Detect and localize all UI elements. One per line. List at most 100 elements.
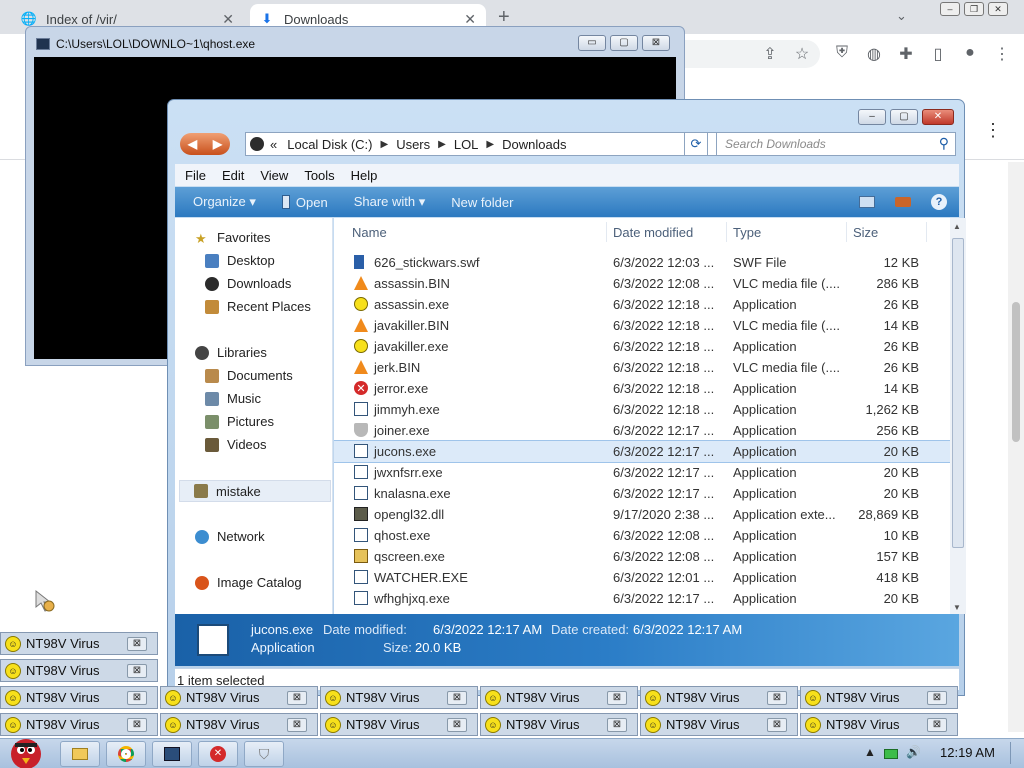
close-button[interactable]: ⊠	[642, 35, 670, 51]
maximize-button[interactable]: ▢	[610, 35, 638, 51]
close-button[interactable]: ✕	[922, 109, 954, 125]
close-tab-icon[interactable]: ✕	[464, 11, 476, 28]
virus-popup[interactable]: ☺ NT98V Virus ⊠	[800, 713, 958, 736]
nav-image-catalog[interactable]: Image Catalog	[195, 575, 302, 590]
file-row[interactable]: opengl32.dll 9/17/2020 2:38 ... Applicatio…	[334, 504, 950, 525]
breadcrumb[interactable]: « Local Disk (C:) ▶ Users ▶ LOL ▶ Downlo…	[245, 132, 735, 156]
virus-popup[interactable]: ☺ NT98V Virus ⊠	[640, 686, 798, 709]
virus-popup[interactable]: ☺ NT98V Virus ⊠	[480, 686, 638, 709]
close-tab-icon[interactable]: ✕	[222, 11, 234, 28]
file-row[interactable]: assassin.BIN 6/3/2022 12:08 ... VLC media …	[334, 273, 950, 294]
virus-popup[interactable]: ☺ NT98V Virus ⊠	[0, 659, 158, 682]
menu-tools[interactable]: Tools	[304, 168, 334, 183]
close-icon[interactable]: ⊠	[447, 691, 467, 705]
sidepanel-icon[interactable]: ▯	[928, 44, 948, 64]
scroll-down-icon[interactable]: ▼	[953, 603, 961, 612]
refresh-button[interactable]: ⟳	[684, 132, 708, 156]
menu-file[interactable]: File	[185, 168, 206, 183]
chevron-up-icon[interactable]: ▲	[864, 745, 876, 759]
start-button[interactable]	[0, 732, 50, 768]
clock[interactable]: 12:19 AM	[940, 745, 995, 760]
nav-documents[interactable]: Documents	[205, 368, 293, 383]
file-row[interactable]: WATCHER.EXE 6/3/2022 12:01 ... Application…	[334, 567, 950, 588]
nav-music[interactable]: Music	[205, 391, 261, 406]
close-icon[interactable]: ⊠	[127, 664, 147, 678]
show-desktop-button[interactable]	[1010, 742, 1018, 764]
breadcrumb-item[interactable]: LOL	[454, 137, 479, 152]
maximize-button[interactable]: ▢	[890, 109, 918, 125]
file-row[interactable]: javakiller.BIN 6/3/2022 12:18 ... VLC medi…	[334, 315, 950, 336]
virus-popup[interactable]: ☺ NT98V Virus ⊠	[0, 632, 158, 655]
virus-popup[interactable]: ☺ NT98V Virus ⊠	[320, 686, 478, 709]
close-icon[interactable]: ⊠	[287, 691, 307, 705]
nav-videos[interactable]: Videos	[205, 437, 267, 452]
file-row[interactable]: joiner.exe 6/3/2022 12:17 ... Application 2…	[334, 420, 950, 441]
taskbar-explorer[interactable]	[152, 741, 192, 767]
virus-popup[interactable]: ☺ NT98V Virus ⊠	[480, 713, 638, 736]
close-icon[interactable]: ⊠	[127, 691, 147, 705]
close-icon[interactable]: ⊠	[447, 718, 467, 732]
puzzle-icon[interactable]: ✚	[896, 44, 916, 64]
search-input[interactable]: Search Downloads ⚲	[716, 132, 956, 156]
breadcrumb-item[interactable]: Local Disk (C:)	[287, 137, 372, 152]
file-list-scrollbar[interactable]: ▲ ▼	[950, 218, 966, 614]
nav-recent-places[interactable]: Recent Places	[205, 299, 311, 314]
taskbar-shield[interactable]: ⛉	[244, 741, 284, 767]
nav-downloads[interactable]: Downloads	[205, 276, 291, 291]
ublock-icon[interactable]: ⛨	[832, 44, 852, 62]
organize-button[interactable]: Organize ▾	[193, 194, 256, 210]
file-row[interactable]: javakiller.exe 6/3/2022 12:18 ... Applicat…	[334, 336, 950, 357]
volume-icon[interactable]: 🔊	[906, 745, 921, 759]
back-icon[interactable]: ◀	[188, 137, 197, 151]
forward-icon[interactable]: ▶	[213, 137, 222, 151]
file-row[interactable]: jimmyh.exe 6/3/2022 12:18 ... Application 1…	[334, 399, 950, 420]
file-row[interactable]: wfhghjxq.exe 6/3/2022 12:17 ... Applicatio…	[334, 588, 950, 609]
file-row[interactable]: jerk.BIN 6/3/2022 12:18 ... VLC media file…	[334, 357, 950, 378]
close-button[interactable]: ✕	[988, 2, 1008, 16]
page-scrollbar[interactable]	[1008, 162, 1024, 732]
file-row[interactable]: qscreen.exe 6/3/2022 12:08 ... Application…	[334, 546, 950, 567]
nav-desktop[interactable]: Desktop	[205, 253, 275, 268]
share-with-button[interactable]: Share with ▾	[354, 194, 426, 210]
column-divider[interactable]	[606, 222, 607, 242]
close-icon[interactable]: ⊠	[927, 691, 947, 705]
chevron-right-icon[interactable]: ▶	[486, 139, 494, 150]
file-row[interactable]: jwxnfsrr.exe 6/3/2022 12:17 ... Applicatio…	[334, 462, 950, 483]
virus-popup[interactable]: ☺ NT98V Virus ⊠	[640, 713, 798, 736]
close-icon[interactable]: ⊠	[127, 718, 147, 732]
chevron-right-icon[interactable]: ▶	[438, 139, 446, 150]
network-status-icon[interactable]	[884, 749, 898, 759]
open-button[interactable]: Open	[281, 195, 328, 210]
scroll-thumb[interactable]	[952, 238, 964, 548]
change-view-icon[interactable]	[859, 196, 875, 208]
column-name[interactable]: Name	[352, 225, 387, 240]
scroll-thumb[interactable]	[1012, 302, 1020, 442]
new-folder-button[interactable]: New folder	[451, 195, 513, 210]
close-icon[interactable]: ⊠	[927, 718, 947, 732]
close-icon[interactable]: ⊠	[287, 718, 307, 732]
file-row[interactable]: jucons.exe 6/3/2022 12:17 ... Application 2…	[334, 440, 950, 463]
menu-view[interactable]: View	[260, 168, 288, 183]
search-icon[interactable]: ⚲	[939, 135, 949, 152]
help-icon[interactable]: ?	[931, 194, 947, 210]
close-icon[interactable]: ⊠	[607, 718, 627, 732]
taskbar-explorer-folder[interactable]	[60, 741, 100, 767]
share-icon[interactable]: ⇪	[760, 44, 780, 64]
menu-edit[interactable]: Edit	[222, 168, 244, 183]
profile-icon[interactable]: ●	[960, 44, 980, 62]
minimize-button[interactable]: ▭	[578, 35, 606, 51]
column-type[interactable]: Type	[733, 225, 761, 240]
nav-mistake[interactable]: mistake	[179, 480, 331, 502]
taskbar-chrome[interactable]	[106, 741, 146, 767]
virus-popup[interactable]: ☺ NT98V Virus ⊠	[160, 713, 318, 736]
chevron-right-icon[interactable]: ▶	[380, 139, 388, 150]
virus-popup[interactable]: ☺ NT98V Virus ⊠	[0, 686, 158, 709]
menu-icon[interactable]: ⋮	[992, 44, 1012, 64]
minimize-button[interactable]: –	[858, 109, 886, 125]
column-size[interactable]: Size	[853, 225, 878, 240]
star-icon[interactable]: ☆	[792, 44, 812, 64]
virus-popup[interactable]: ☺ NT98V Virus ⊠	[160, 686, 318, 709]
nav-pictures[interactable]: Pictures	[205, 414, 274, 429]
tab-search-icon[interactable]: ⌄	[896, 8, 907, 24]
nav-favorites[interactable]: ★ Favorites	[195, 230, 270, 246]
